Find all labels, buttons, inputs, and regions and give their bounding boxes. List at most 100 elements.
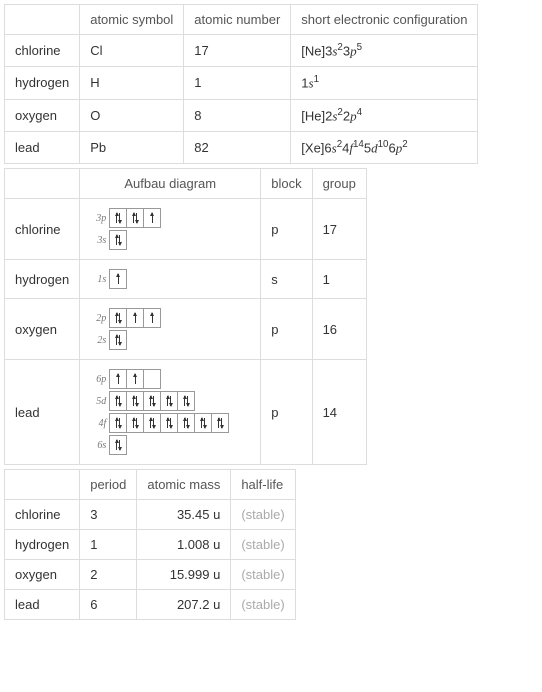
- block: p: [261, 199, 312, 260]
- group: 17: [312, 199, 366, 260]
- orbital-box: [177, 391, 195, 411]
- electron-down-icon: [136, 396, 137, 406]
- half-life: (stable): [231, 560, 295, 590]
- orbital-row: 3s: [90, 230, 250, 250]
- col-header: Aufbau diagram: [80, 169, 261, 199]
- col-header: block: [261, 169, 312, 199]
- half-life: (stable): [231, 530, 295, 560]
- orbital-row: 2p: [90, 308, 250, 328]
- atomic-mass: 35.45 u: [137, 500, 231, 530]
- table-row: hydrogen11.008 u(stable): [5, 530, 296, 560]
- table-row: lead6207.2 u(stable): [5, 590, 296, 620]
- electron-up-icon: [135, 313, 136, 323]
- table-row: chlorineCl17[Ne]3s23p5: [5, 35, 478, 67]
- orbital-label: 4f: [90, 418, 106, 429]
- atomic-number: 8: [184, 99, 291, 131]
- electron-config: [Xe]6s24f145d106p2: [291, 131, 478, 163]
- table-row: chlorine335.45 u(stable): [5, 500, 296, 530]
- atomic-mass: 207.2 u: [137, 590, 231, 620]
- electron-down-icon: [119, 313, 120, 323]
- element-name: hydrogen: [5, 530, 80, 560]
- orbital-box: [109, 208, 127, 228]
- electron-config: 1s1: [291, 67, 478, 99]
- orbital-row: 3p: [90, 208, 250, 228]
- element-name: oxygen: [5, 99, 80, 131]
- orbital-box: [143, 391, 161, 411]
- orbital-box: [109, 269, 127, 289]
- electron-up-icon: [118, 274, 119, 284]
- atomic-number: 82: [184, 131, 291, 163]
- orbital-box: [126, 413, 144, 433]
- block: p: [261, 299, 312, 360]
- col-header: atomic mass: [137, 470, 231, 500]
- table-row: hydrogenH11s1: [5, 67, 478, 99]
- orbital-box: [194, 413, 212, 433]
- orbital-box: [109, 230, 127, 250]
- orbital-label: 2p: [90, 313, 106, 324]
- block: p: [261, 360, 312, 465]
- orbital-label: 6p: [90, 374, 106, 385]
- electron-down-icon: [187, 418, 188, 428]
- orbital-box: [109, 413, 127, 433]
- electron-down-icon: [187, 396, 188, 406]
- electron-down-icon: [119, 213, 120, 223]
- atomic-number: 17: [184, 35, 291, 67]
- col-header: [5, 169, 80, 199]
- col-header: group: [312, 169, 366, 199]
- orbital-label: 1s: [90, 274, 106, 285]
- col-header: period: [80, 470, 137, 500]
- aufbau-table: Aufbau diagramblockgroupchlorine3p3sp17h…: [4, 168, 367, 465]
- atomic-symbol: Pb: [80, 131, 184, 163]
- electron-down-icon: [170, 418, 171, 428]
- orbital-box: [109, 369, 127, 389]
- electron-up-icon: [152, 313, 153, 323]
- element-name: lead: [5, 360, 80, 465]
- element-name: chlorine: [5, 500, 80, 530]
- half-life: (stable): [231, 500, 295, 530]
- element-name: hydrogen: [5, 67, 80, 99]
- orbital-box: [211, 413, 229, 433]
- period: 6: [80, 590, 137, 620]
- col-header: atomic number: [184, 5, 291, 35]
- atomic-mass: 1.008 u: [137, 530, 231, 560]
- electron-config: [He]2s22p4: [291, 99, 478, 131]
- orbital-label: 3s: [90, 235, 106, 246]
- aufbau-diagram: 1s: [80, 260, 261, 299]
- orbital-label: 3p: [90, 213, 106, 224]
- group: 1: [312, 260, 366, 299]
- atomic-mass: 15.999 u: [137, 560, 231, 590]
- orbital-label: 6s: [90, 440, 106, 451]
- table-row: oxygen2p2sp16: [5, 299, 367, 360]
- group: 16: [312, 299, 366, 360]
- orbital-box: [143, 208, 161, 228]
- electron-down-icon: [153, 396, 154, 406]
- orbital-box: [160, 413, 178, 433]
- col-header: atomic symbol: [80, 5, 184, 35]
- electron-down-icon: [119, 335, 120, 345]
- electron-down-icon: [153, 418, 154, 428]
- table-row: lead6p5d4f6sp14: [5, 360, 367, 465]
- atomic-symbol: O: [80, 99, 184, 131]
- orbital-box: [109, 330, 127, 350]
- aufbau-diagram: 2p2s: [80, 299, 261, 360]
- table-row: oxygenO8[He]2s22p4: [5, 99, 478, 131]
- orbital-box: [109, 308, 127, 328]
- orbital-box: [126, 369, 144, 389]
- atomic-symbol: Cl: [80, 35, 184, 67]
- element-name: chlorine: [5, 199, 80, 260]
- orbital-row: 1s: [90, 269, 250, 289]
- orbital-box: [126, 391, 144, 411]
- period: 2: [80, 560, 137, 590]
- orbital-box: [126, 208, 144, 228]
- orbital-box: [109, 435, 127, 455]
- electron-down-icon: [119, 440, 120, 450]
- orbital-row: 6s: [90, 435, 250, 455]
- electron-down-icon: [119, 235, 120, 245]
- col-header: [5, 470, 80, 500]
- aufbau-diagram: 6p5d4f6s: [80, 360, 261, 465]
- element-name: hydrogen: [5, 260, 80, 299]
- element-name: oxygen: [5, 560, 80, 590]
- atomic-symbol: H: [80, 67, 184, 99]
- orbital-box: [143, 369, 161, 389]
- group: 14: [312, 360, 366, 465]
